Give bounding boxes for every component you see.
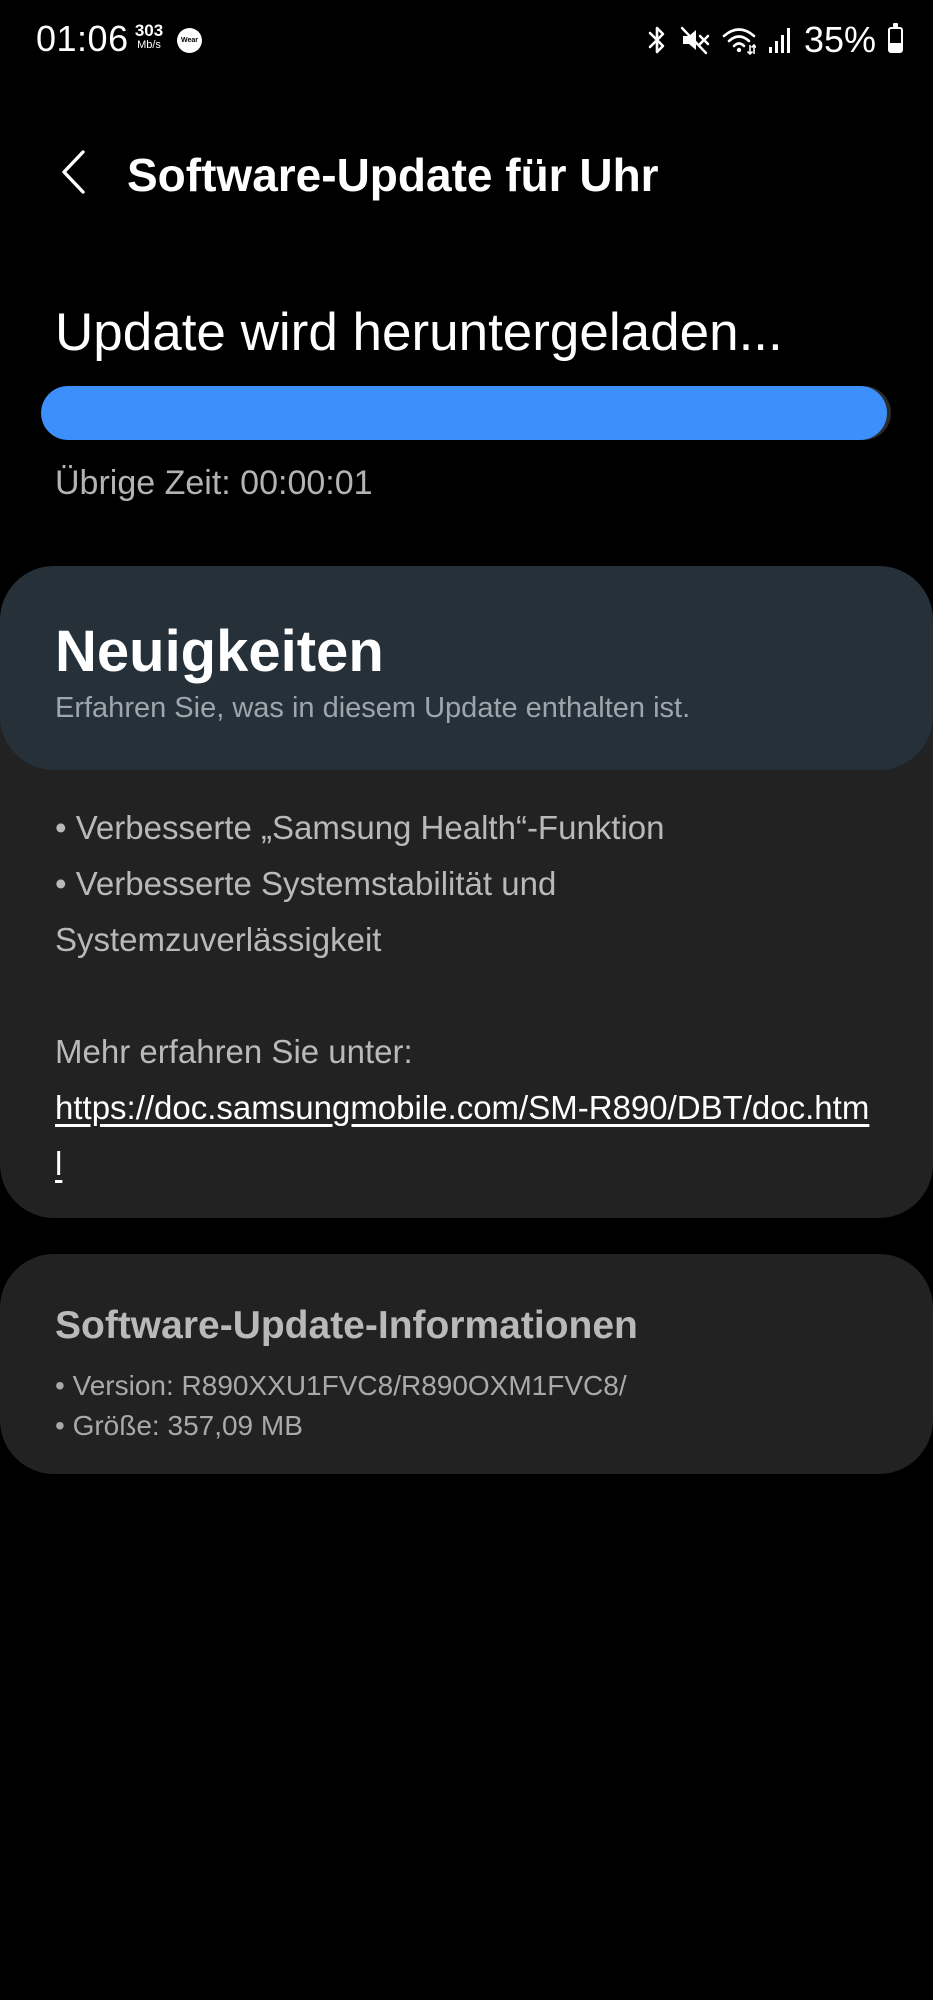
news-item: Systemzuverlässigkeit xyxy=(55,921,382,958)
network-speed-unit: Mb/s xyxy=(137,39,161,51)
chevron-left-icon xyxy=(59,149,89,200)
news-card: Neuigkeiten Erfahren Sie, was in diesem … xyxy=(0,566,933,1218)
wifi-icon xyxy=(722,25,756,55)
software-info-title: Software-Update-Informationen xyxy=(55,1304,638,1347)
network-speed: 303 Mb/s xyxy=(131,22,167,51)
news-item: • Verbesserte „Samsung Health“-Funktion xyxy=(55,809,665,846)
status-time: 01:06 xyxy=(36,18,129,59)
more-info-label: Mehr erfahren Sie unter: xyxy=(55,1033,413,1070)
mute-icon xyxy=(680,25,710,55)
status-icons: 35% xyxy=(646,18,903,62)
page-title: Software-Update für Uhr xyxy=(127,149,659,201)
battery-percent: 35% xyxy=(803,19,876,60)
software-info-card: Software-Update-Informationen • Version:… xyxy=(0,1254,933,1474)
remaining-time: Übrige Zeit: 00:00:01 xyxy=(55,464,373,502)
wear-icon: Wear xyxy=(177,28,202,53)
news-item: • Verbesserte Systemstabilität und xyxy=(55,865,557,902)
version-info: • Version: R890XXU1FVC8/R890OXM1FVC8/ xyxy=(55,1370,627,1401)
back-button[interactable] xyxy=(44,144,104,204)
software-info-list: • Version: R890XXU1FVC8/R890OXM1FVC8/ • … xyxy=(55,1366,627,1446)
size-info: • Größe: 357,09 MB xyxy=(55,1410,303,1441)
download-progress-fill xyxy=(41,386,887,440)
status-bar: 01:06 303 Mb/s Wear 35% xyxy=(0,0,933,80)
app-header: Software-Update für Uhr xyxy=(0,130,933,220)
news-header: Neuigkeiten Erfahren Sie, was in diesem … xyxy=(0,566,933,770)
bluetooth-icon xyxy=(646,25,668,55)
signal-icon xyxy=(768,25,792,55)
news-subtitle: Erfahren Sie, was in diesem Update entha… xyxy=(55,692,691,724)
release-notes-link[interactable]: https://doc.samsungmobile.com/SM-R890/DB… xyxy=(55,1080,875,1192)
battery-level xyxy=(890,43,901,51)
network-speed-value: 303 xyxy=(134,21,164,40)
download-progress-bar xyxy=(41,386,891,440)
news-title: Neuigkeiten xyxy=(55,619,384,684)
download-status-title: Update wird heruntergeladen... xyxy=(55,303,783,362)
news-body: • Verbesserte „Samsung Health“-Funktion … xyxy=(55,800,885,1192)
battery-icon xyxy=(888,23,903,53)
